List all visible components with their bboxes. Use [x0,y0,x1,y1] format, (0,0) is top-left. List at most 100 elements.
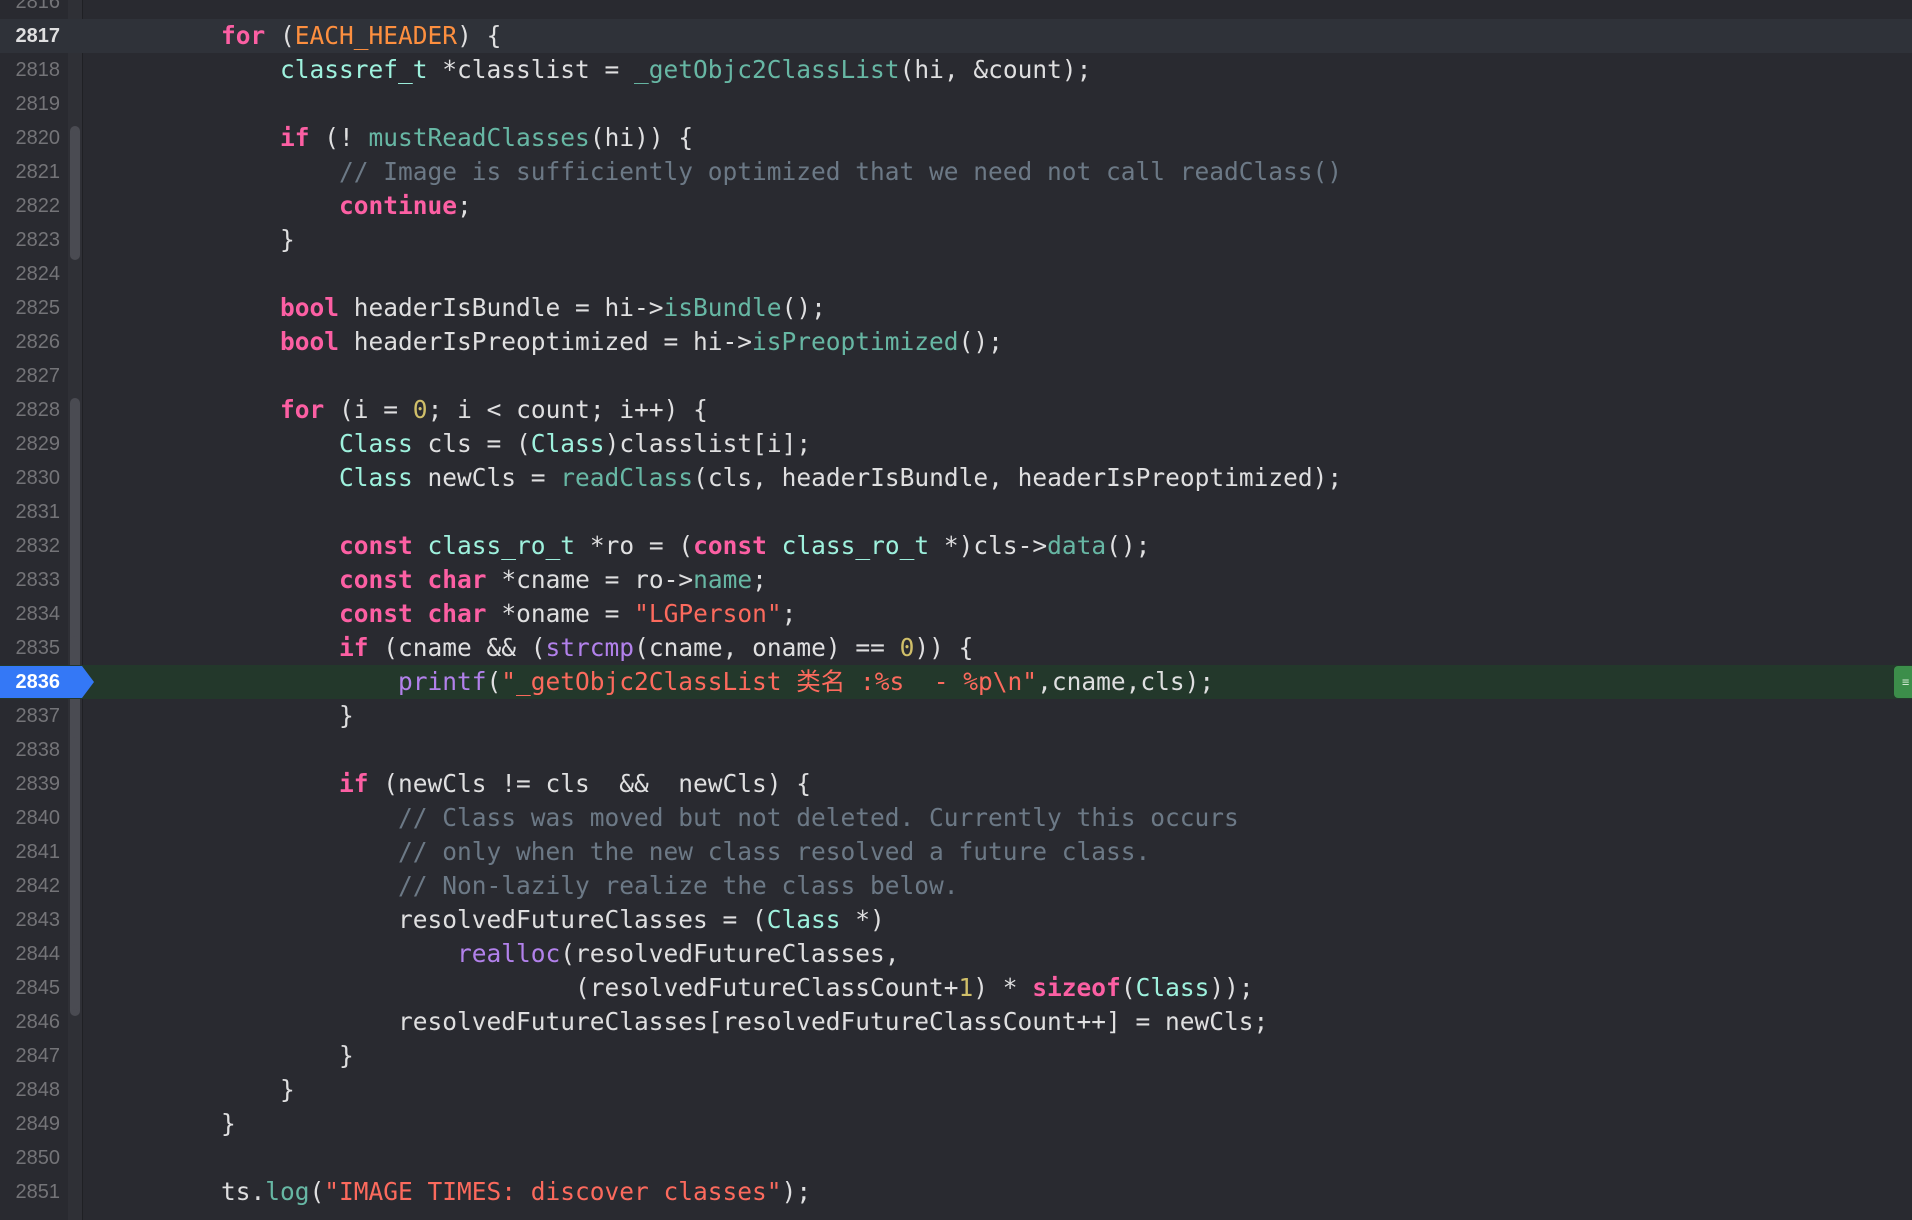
line-number[interactable]: 2816 [0,0,61,19]
code-token: *ro = ( [575,531,694,560]
code-line[interactable]: 2825 bool headerIsBundle = hi->isBundle(… [0,291,1912,325]
code-text: } [162,699,354,733]
line-number[interactable]: 2828 [0,393,61,427]
code-line[interactable]: 2838 [0,733,1912,767]
code-token: for [221,21,266,50]
line-number[interactable]: 2838 [0,733,61,767]
code-token: readClass [560,463,694,492]
line-number[interactable]: 2833 [0,563,61,597]
code-text: Class newCls = readClass(cls, headerIsBu… [162,461,1342,495]
code-line[interactable]: 2843 resolvedFutureClasses = (Class *) [0,903,1912,937]
code-token: } [162,701,354,730]
code-line[interactable]: 2819 [0,87,1912,121]
code-token: ; [752,565,767,594]
line-number[interactable]: 2837 [0,699,61,733]
line-number[interactable]: 2820 [0,121,61,155]
source-editor[interactable]: 2816 2817 for (EACH_HEADER) {2818 classre… [0,0,1912,1220]
code-line[interactable]: 2846 resolvedFutureClasses[resolvedFutur… [0,1005,1912,1039]
line-number[interactable]: 2845 [0,971,61,1005]
instruction-pointer-icon[interactable]: ≡ [1894,666,1912,698]
code-line[interactable]: 2837 } [0,699,1912,733]
line-number[interactable]: 2840 [0,801,61,835]
code-text: } [162,1073,295,1107]
code-line[interactable]: 2834 const char *oname = "LGPerson"; [0,597,1912,631]
code-token: cls = ( [412,429,531,458]
code-line[interactable]: 2824 [0,257,1912,291]
code-line[interactable]: 2839 if (newCls != cls && newCls) { [0,767,1912,801]
line-number[interactable]: 2819 [0,87,61,121]
code-token: *) [840,905,885,934]
code-line[interactable]: 2827 [0,359,1912,393]
code-line[interactable]: 2840 // Class was moved but not deleted.… [0,801,1912,835]
code-token: (resolvedFutureClassCount+ [162,973,959,1002]
code-line[interactable]: 2818 classref_t *classlist = _getObjc2Cl… [0,53,1912,87]
code-line[interactable]: 2851 ts.log("IMAGE TIMES: discover class… [0,1175,1912,1209]
code-token: (hi, &count); [899,55,1092,84]
line-number[interactable]: 2824 [0,257,61,291]
line-number[interactable]: 2844 [0,937,61,971]
code-line[interactable]: 2836 printf("_getObjc2ClassList 类名 :%s -… [0,665,1912,699]
line-number[interactable]: 2839 [0,767,61,801]
code-token: // only when the new class resolved a fu… [398,837,1151,866]
line-number[interactable]: 2827 [0,359,61,393]
code-line[interactable]: 2841 // only when the new class resolved… [0,835,1912,869]
code-text: bool headerIsBundle = hi->isBundle(); [162,291,826,325]
code-line[interactable]: 2823 } [0,223,1912,257]
line-number[interactable]: 2826 [0,325,61,359]
code-line[interactable]: 2850 [0,1141,1912,1175]
code-token: *oname = [486,599,635,628]
code-line[interactable]: 2845 (resolvedFutureClassCount+1) * size… [0,971,1912,1005]
line-number[interactable]: 2834 [0,597,61,631]
code-line[interactable]: 2833 const char *cname = ro->name; [0,563,1912,597]
line-number[interactable]: 2825 [0,291,61,325]
line-number[interactable]: 2846 [0,1005,61,1039]
line-number[interactable]: 2829 [0,427,61,461]
code-token: strcmp [545,633,635,662]
code-token: (); [781,293,826,322]
code-line[interactable]: 2844 realloc(resolvedFutureClasses, [0,937,1912,971]
line-number[interactable]: 2830 [0,461,61,495]
line-number[interactable]: 2823 [0,223,61,257]
code-token: _getObjc2ClassList [634,55,900,84]
code-line[interactable]: 2816 [0,0,1912,19]
code-line[interactable]: 2832 const class_ro_t *ro = (const class… [0,529,1912,563]
code-text: // Non-lazily realize the class below. [162,869,959,903]
line-number[interactable]: 2835 [0,631,61,665]
line-number[interactable]: 2817 [0,19,61,53]
code-line[interactable]: 2847 } [0,1039,1912,1073]
line-number[interactable]: 2832 [0,529,61,563]
code-line[interactable]: 2848 } [0,1073,1912,1107]
line-number[interactable]: 2822 [0,189,61,223]
line-number[interactable]: 2848 [0,1073,61,1107]
code-line[interactable]: 2820 if (! mustReadClasses(hi)) { [0,121,1912,155]
code-line[interactable]: 2822 continue; [0,189,1912,223]
code-line[interactable]: 2829 Class cls = (Class)classlist[i]; [0,427,1912,461]
line-number[interactable]: 2851 [0,1175,61,1209]
line-number[interactable]: 2831 [0,495,61,529]
line-number[interactable]: 2849 [0,1107,61,1141]
line-number[interactable]: 2836 [0,665,61,699]
code-token: (cname, oname) == [634,633,900,662]
line-number[interactable]: 2843 [0,903,61,937]
code-line[interactable]: 2817 for (EACH_HEADER) { [0,19,1912,53]
code-line[interactable]: 2831 [0,495,1912,529]
code-line[interactable]: 2821 // Image is sufficiently optimized … [0,155,1912,189]
code-line[interactable]: 2842 // Non-lazily realize the class bel… [0,869,1912,903]
code-line[interactable]: 2830 Class newCls = readClass(cls, heade… [0,461,1912,495]
line-number[interactable]: 2821 [0,155,61,189]
line-number[interactable]: 2818 [0,53,61,87]
line-number[interactable]: 2842 [0,869,61,903]
code-token: Class [1135,973,1210,1002]
code-line[interactable]: 2826 bool headerIsPreoptimized = hi->isP… [0,325,1912,359]
code-line[interactable]: 2835 if (cname && (strcmp(cname, oname) … [0,631,1912,665]
code-token: *classlist = [427,55,635,84]
line-number[interactable]: 2847 [0,1039,61,1073]
line-number[interactable]: 2850 [0,1141,61,1175]
code-line[interactable]: 2828 for (i = 0; i < count; i++) { [0,393,1912,427]
line-number[interactable]: 2841 [0,835,61,869]
code-line[interactable]: 2849 } [0,1107,1912,1141]
